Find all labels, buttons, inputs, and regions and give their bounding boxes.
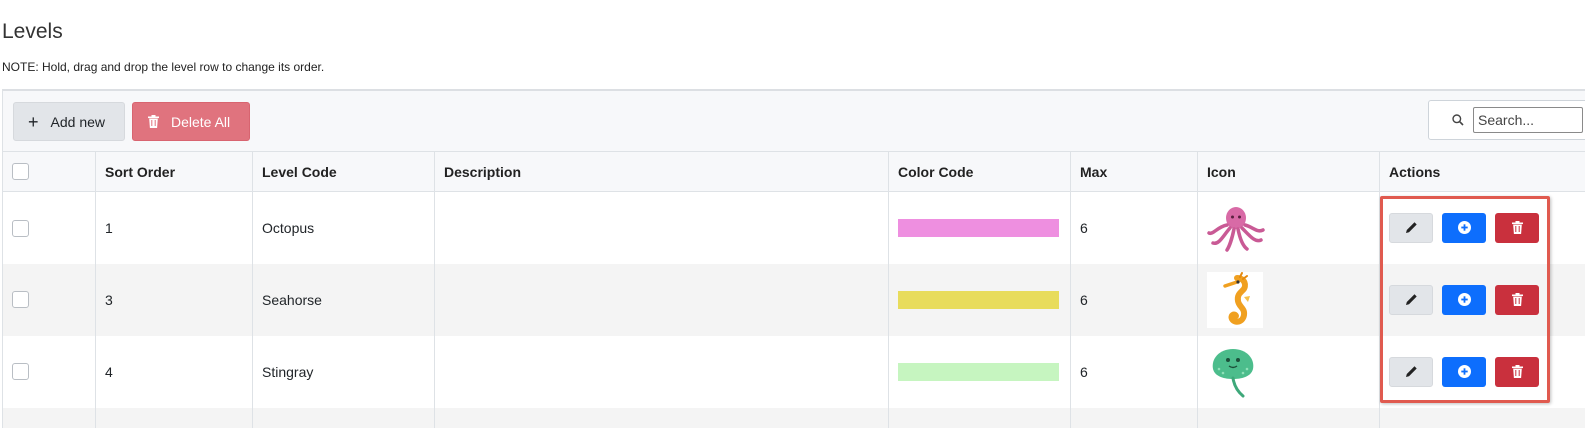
search-icon [1452,114,1464,126]
reorder-note: NOTE: Hold, drag and drop the level row … [2,60,324,74]
level-code-cell: Octopus [253,192,435,264]
search-box [1428,100,1585,140]
pencil-icon [1405,365,1418,378]
table-row[interactable]: 4 Stingray 6 [3,336,1585,408]
max-cell: 6 [1071,264,1198,336]
row-checkbox[interactable] [12,220,29,237]
search-input[interactable] [1473,107,1583,133]
pencil-icon [1405,293,1418,306]
icon-cell [1198,336,1380,408]
add-new-button[interactable]: + Add new [13,102,125,141]
plus-circle-icon [1458,221,1471,234]
actions-cell [1380,264,1585,336]
delete-button[interactable] [1495,357,1539,387]
color-code-cell [889,264,1071,336]
delete-all-label: Delete All [171,114,230,130]
plus-icon: + [28,113,39,131]
table-row [3,408,1585,428]
add-child-button[interactable] [1442,213,1486,243]
octopus-icon [1207,203,1265,253]
column-header-description[interactable]: Description [435,152,889,192]
row-checkbox[interactable] [12,291,29,308]
delete-all-button[interactable]: Delete All [132,102,250,141]
select-all-header [3,152,96,192]
description-cell [435,264,889,336]
description-cell [435,192,889,264]
seahorse-icon [1207,272,1263,328]
column-header-max[interactable]: Max [1071,152,1198,192]
edit-button[interactable] [1389,357,1433,387]
icon-cell [1198,192,1380,264]
trash-icon [148,115,159,128]
color-code-cell [889,336,1071,408]
row-checkbox[interactable] [12,363,29,380]
color-swatch [898,219,1059,237]
trash-icon [1512,293,1523,306]
level-code-cell: Stingray [253,336,435,408]
page-title: Levels [2,20,63,44]
max-cell: 6 [1071,336,1198,408]
add-new-label: Add new [51,114,105,130]
add-child-button[interactable] [1442,285,1486,315]
plus-circle-icon [1458,293,1471,306]
max-cell: 6 [1071,192,1198,264]
column-header-color-code[interactable]: Color Code [889,152,1071,192]
add-child-button[interactable] [1442,357,1486,387]
color-swatch [898,363,1059,381]
column-header-actions: Actions [1380,152,1585,192]
delete-button[interactable] [1495,285,1539,315]
column-header-sort-order[interactable]: Sort Order [96,152,253,192]
table-header-row: Sort Order Level Code Description Color … [3,152,1585,192]
actions-cell [1380,192,1585,264]
pencil-icon [1405,221,1418,234]
color-code-cell [889,192,1071,264]
delete-button[interactable] [1495,213,1539,243]
table-row[interactable]: 1 Octopus 6 [3,192,1585,264]
select-all-checkbox[interactable] [12,163,29,180]
edit-button[interactable] [1389,213,1433,243]
sort-order-cell: 4 [96,336,253,408]
toolbar: + Add new Delete All [2,89,1585,153]
column-header-icon[interactable]: Icon [1198,152,1380,192]
trash-icon [1512,365,1523,378]
column-header-level-code[interactable]: Level Code [253,152,435,192]
trash-icon [1512,221,1523,234]
stingray-icon [1207,345,1259,399]
description-cell [435,336,889,408]
table-row[interactable]: 3 Seahorse 6 [3,264,1585,336]
edit-button[interactable] [1389,285,1433,315]
sort-order-cell: 1 [96,192,253,264]
plus-circle-icon [1458,365,1471,378]
icon-cell [1198,264,1380,336]
color-swatch [898,291,1059,309]
actions-cell [1380,336,1585,408]
level-code-cell: Seahorse [253,264,435,336]
sort-order-cell: 3 [96,264,253,336]
levels-table: Sort Order Level Code Description Color … [2,151,1585,428]
